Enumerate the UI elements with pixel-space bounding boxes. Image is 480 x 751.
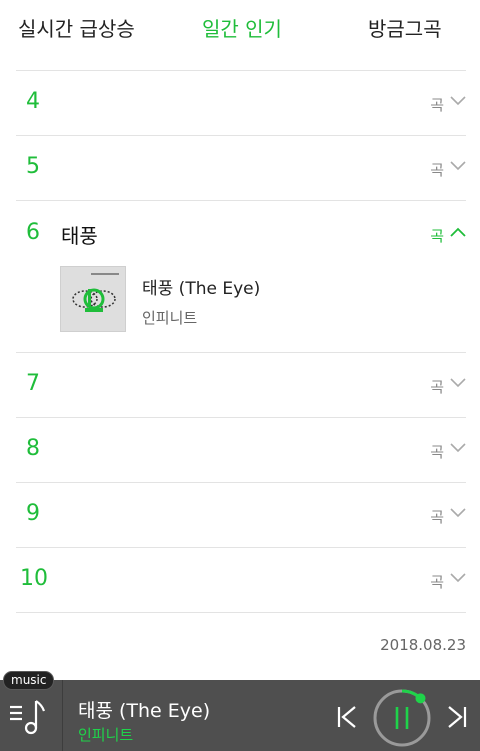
tab-realtime-rising[interactable]: 실시간 급상승 bbox=[18, 13, 135, 42]
tab-that-song[interactable]: 방금그곡 bbox=[368, 13, 442, 42]
chart-date: 2018.08.23 bbox=[380, 636, 466, 654]
rank-number: 10 bbox=[20, 566, 48, 591]
music-badge: music bbox=[3, 671, 55, 690]
song-title[interactable]: 태풍 (The Eye) bbox=[142, 274, 260, 299]
play-pause-button[interactable] bbox=[372, 688, 432, 748]
kind-label: 곡 bbox=[430, 443, 444, 461]
music-list-icon bbox=[10, 700, 46, 735]
rank-number: 7 bbox=[26, 371, 40, 396]
kind-label: 곡 bbox=[430, 508, 444, 526]
rank-number: 8 bbox=[26, 436, 40, 461]
next-icon[interactable] bbox=[444, 704, 470, 730]
now-playing-artist[interactable]: 인피니트 bbox=[78, 724, 133, 745]
chevron-down-icon bbox=[450, 573, 466, 583]
pause-icon bbox=[395, 707, 409, 729]
kind-label: 곡 bbox=[430, 378, 444, 396]
kind-label: 곡 bbox=[430, 96, 444, 114]
kind-label: 곡 bbox=[430, 227, 444, 245]
previous-icon[interactable] bbox=[334, 704, 360, 730]
chevron-up-icon bbox=[450, 227, 466, 237]
tab-daily-popular[interactable]: 일간 인기 bbox=[202, 13, 282, 42]
chevron-down-icon bbox=[450, 378, 466, 388]
song-artist[interactable]: 인피니트 bbox=[142, 307, 197, 328]
rank-number: 5 bbox=[26, 154, 40, 179]
rank-number: 4 bbox=[26, 89, 40, 114]
chevron-down-icon bbox=[450, 161, 466, 171]
chart-row-4[interactable]: 4 곡 bbox=[16, 71, 466, 136]
chart-row-6-expanded[interactable]: 6 태풍 곡 태풍 (The Eye) 인피니트 bbox=[16, 199, 466, 353]
chevron-down-icon bbox=[450, 443, 466, 453]
album-art-image bbox=[61, 267, 125, 331]
top-tab-bar: 실시간 급상승 일간 인기 방금그곡 bbox=[0, 0, 480, 54]
chart-row-9[interactable]: 9 곡 bbox=[16, 483, 466, 548]
chevron-down-icon bbox=[450, 508, 466, 518]
chart-row-5[interactable]: 5 곡 bbox=[16, 136, 466, 201]
chart-row-10[interactable]: 10 곡 bbox=[16, 548, 466, 613]
kind-label: 곡 bbox=[430, 161, 444, 179]
now-playing-title[interactable]: 태풍 (The Eye) bbox=[78, 696, 210, 723]
row-title: 태풍 bbox=[61, 224, 98, 248]
kind-label: 곡 bbox=[430, 573, 444, 591]
chart-row-7[interactable]: 7 곡 bbox=[16, 353, 466, 418]
rank-number: 9 bbox=[26, 501, 40, 526]
rank-number: 6 bbox=[26, 220, 40, 245]
album-art[interactable] bbox=[60, 266, 126, 332]
chevron-down-icon bbox=[450, 96, 466, 106]
chart-row-8[interactable]: 8 곡 bbox=[16, 418, 466, 483]
playlist-button[interactable] bbox=[0, 680, 63, 751]
